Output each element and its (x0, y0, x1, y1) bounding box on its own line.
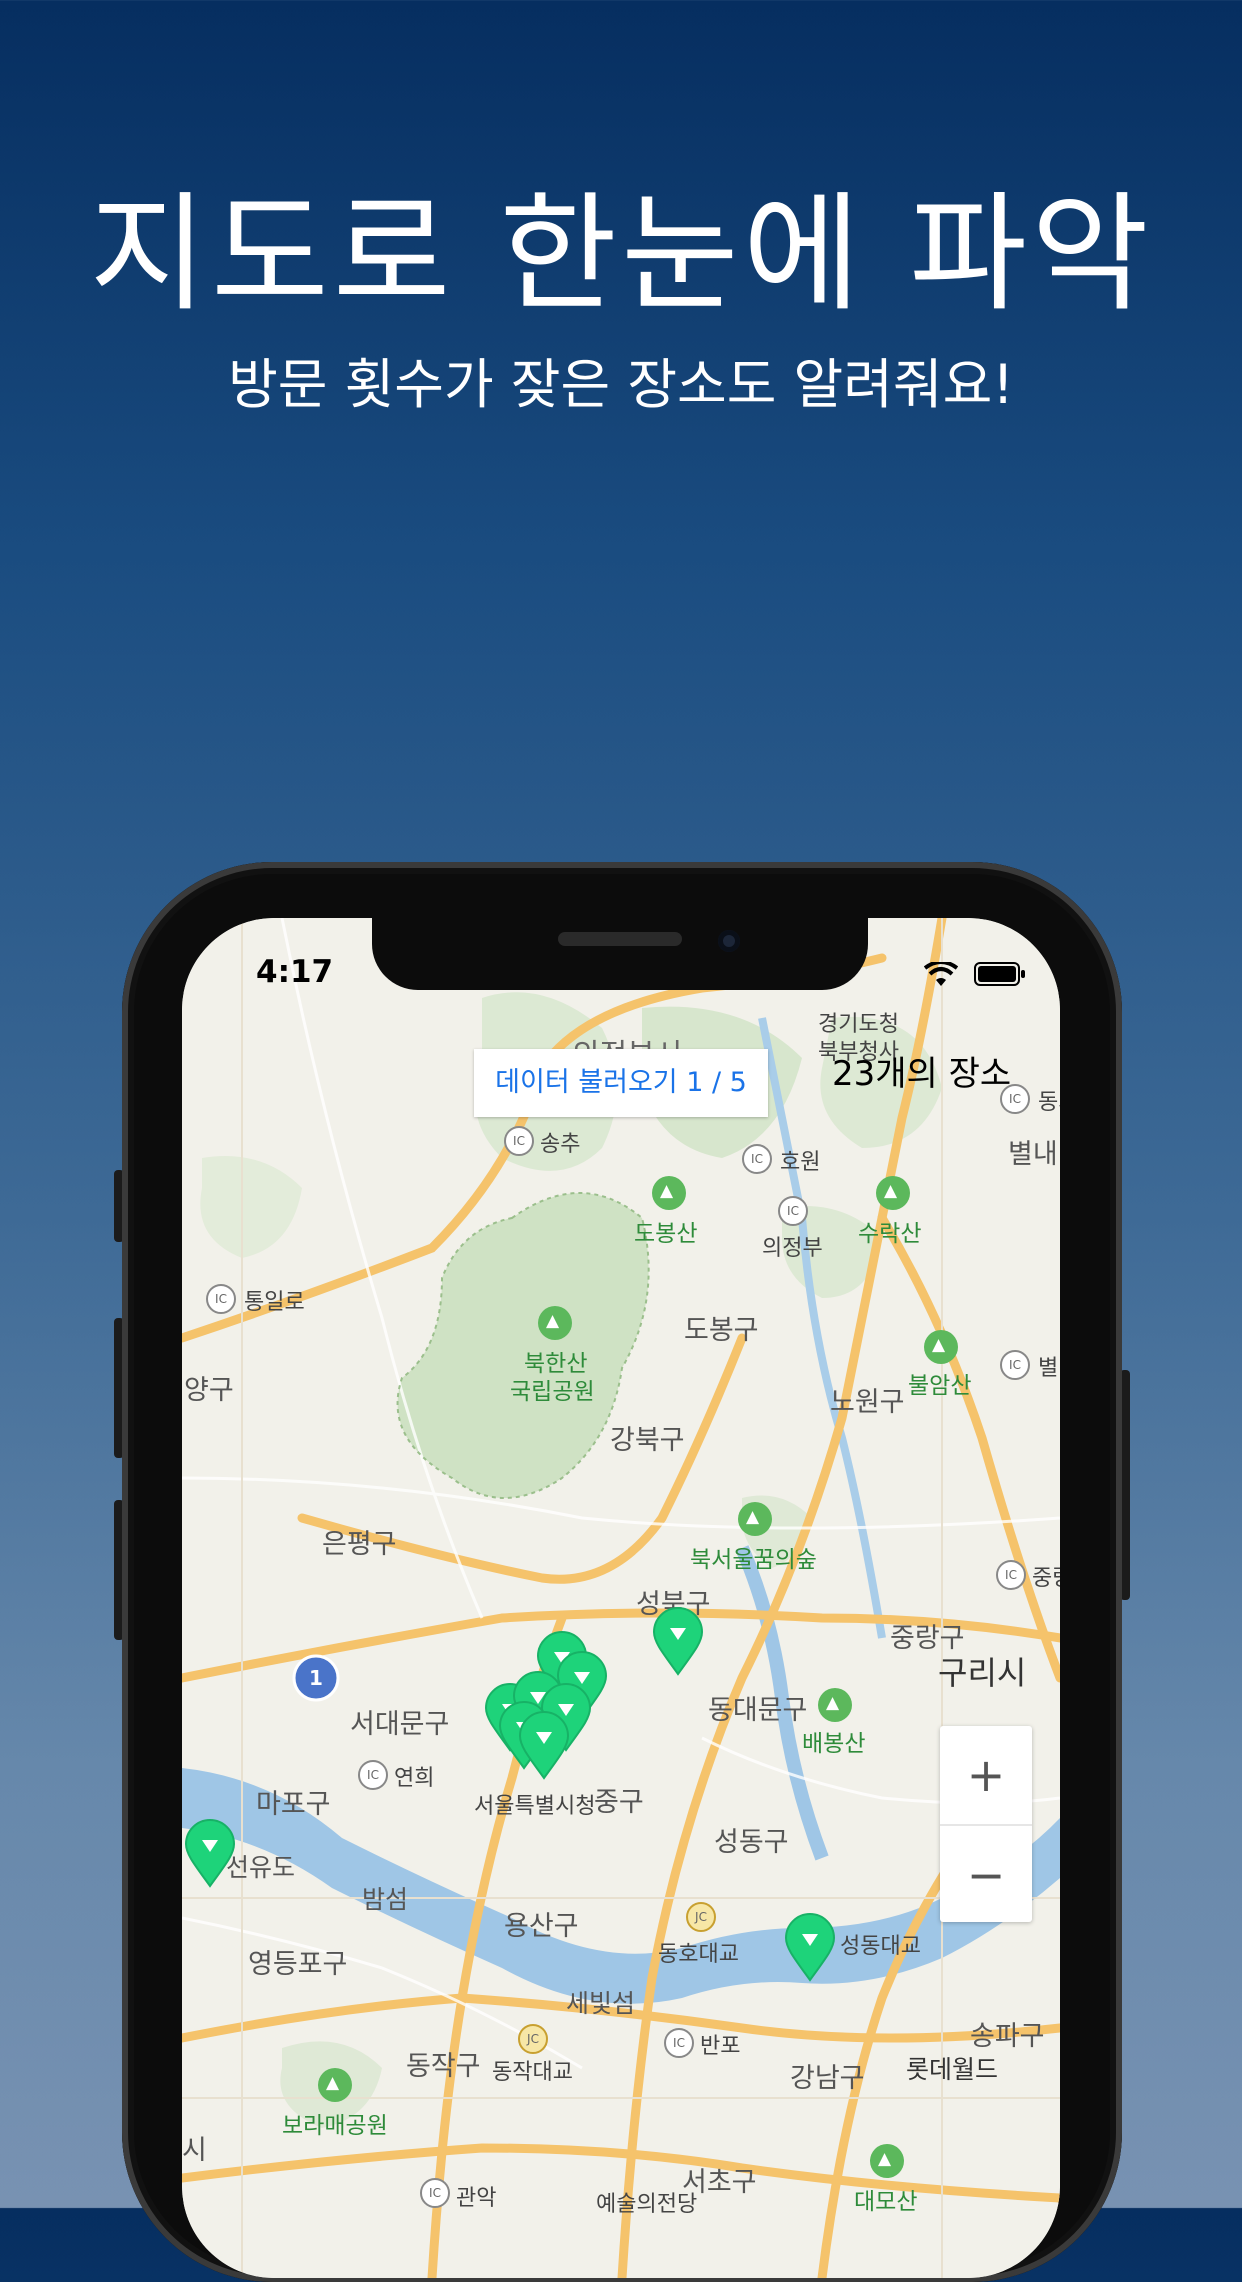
subheadline: 방문 횟수가 잦은 장소도 알려줘요! (228, 353, 1014, 416)
label-songpa-gu: 송파구 (970, 2021, 1045, 2052)
status-time: 4:17 (256, 954, 334, 990)
label-jung-gu: 중구 (594, 1787, 644, 1818)
label-dongjakdaegyo: 동작대교 (492, 2060, 573, 2085)
park-dobongsan-icon (652, 1176, 686, 1210)
park-daemosan-icon (870, 2144, 904, 2178)
label-suraksan: 수락산 (858, 1221, 922, 1247)
park-boramae-icon (318, 2068, 352, 2102)
label-uijeongbu: 의정부 (762, 1236, 823, 1261)
jc-dongho-icon: JC (686, 1902, 716, 1932)
place-pin[interactable] (518, 1710, 570, 1780)
label-donghodaegyo: 동호대교 (658, 1942, 739, 1967)
ic-uijeongbu-icon: IC (778, 1196, 808, 1226)
label-bukhansan-park: 국립공원 (510, 1379, 595, 1405)
label-lotteworld: 롯데월드 (906, 2055, 999, 2084)
ic-yeonhui-icon: IC (358, 1760, 388, 1790)
ic-banpo-icon: IC (664, 2028, 694, 2058)
ic-jungrang-icon: IC (996, 1560, 1026, 1590)
zoom-in-button[interactable]: + (940, 1726, 1032, 1824)
label-yeongdeungpo-gu: 영등포구 (248, 1949, 348, 1980)
label-gwanak: 관악 (456, 2186, 497, 2211)
label-dongjak-gu: 동작구 (406, 2051, 481, 2082)
park-bukhansan-icon (538, 1306, 572, 1340)
place-pin[interactable] (652, 1606, 704, 1676)
label-daemosan: 대모산 (854, 2189, 918, 2215)
label-jungrang: 중랑 (1032, 1566, 1060, 1591)
label-art-center: 예술의전당 (596, 2192, 698, 2217)
park-bukseoul-icon (738, 1502, 772, 1536)
label-dobongsan: 도봉산 (634, 1221, 698, 1247)
ic-byeol-icon: IC (1000, 1350, 1030, 1380)
label-howon: 호원 (780, 1150, 821, 1175)
zoom-out-button[interactable]: − (940, 1826, 1032, 1924)
headline: 지도로 한눈에 파악 (89, 180, 1153, 329)
place-pin[interactable] (184, 1818, 236, 1888)
label-mapo-gu: 마포구 (256, 1789, 331, 1820)
ic-tongilro-icon: IC (206, 1284, 236, 1314)
ic-gwanak-icon: IC (420, 2178, 450, 2208)
label-bukseoul-forest: 북서울꿈의숲 (690, 1547, 817, 1573)
place-pin[interactable] (784, 1912, 836, 1982)
ic-songchu-icon: IC (504, 1126, 534, 1156)
label-tongilro: 통일로 (244, 1290, 305, 1315)
front-camera (718, 930, 740, 952)
label-banpo: 반포 (700, 2034, 741, 2059)
label-seonyudo: 선유도 (226, 1853, 296, 1882)
label-gangbuk-gu: 강북구 (610, 1425, 685, 1456)
speaker-grille (558, 932, 682, 946)
phone-screen: 의정부시 경기도청 북부청사 IC 송추 IC 호원 IC 의정부 도봉산 수락… (182, 918, 1060, 2278)
place-count-label: 23개의 장소 (832, 1054, 1012, 1094)
label-si-left: 시 (182, 2135, 207, 2166)
label-seongdongdaegyo: 성동대교 (840, 1934, 921, 1959)
label-byeolnae: 별내 (1008, 1139, 1058, 1170)
park-suraksan-icon (876, 1176, 910, 1210)
zoom-control: + − (940, 1726, 1032, 1922)
label-byeol: 별 (1038, 1356, 1059, 1381)
park-baebongsan-icon (818, 1688, 852, 1722)
ic-howon-icon: IC (742, 1144, 772, 1174)
label-baebongsan: 배봉산 (802, 1731, 866, 1757)
park-buramsan-icon (924, 1330, 958, 1364)
label-dong: 동의 (1038, 1090, 1060, 1115)
label-bamseom: 밤섬 (362, 1885, 409, 1914)
label-dobong-gu: 도봉구 (684, 1315, 759, 1346)
label-city-hall: 서울특별시청 (474, 1794, 596, 1819)
label-sebitseom: 세빛섬 (566, 1989, 636, 2018)
label-songchu: 송추 (540, 1132, 581, 1157)
label-yeonhui: 연희 (394, 1766, 435, 1791)
label-nowon-gu: 노원구 (830, 1387, 905, 1418)
battery-icon (974, 962, 1025, 986)
route-1-shield: 1 (309, 1666, 323, 1690)
label-buramsan: 불암산 (908, 1373, 972, 1399)
label-eunpyeong-gu: 은평구 (322, 1529, 397, 1560)
wifi-icon (924, 962, 958, 986)
label-seongdong-gu: 성동구 (714, 1827, 789, 1858)
phone-notch (372, 910, 868, 990)
label-seodaemun-gu: 서대문구 (350, 1709, 450, 1740)
jc-dongjak-icon: JC (518, 2024, 548, 2054)
label-yongsan-gu: 용산구 (504, 1911, 579, 1942)
label-boramae: 보라매공원 (282, 2113, 388, 2139)
label-yang-gu: 양구 (184, 1375, 234, 1406)
load-data-button[interactable]: 데이터 불러오기 1 / 5 (474, 1049, 768, 1117)
label-guri-si: 구리시 (938, 1654, 1027, 1692)
label-dongdaemun-gu: 동대문구 (708, 1695, 808, 1726)
label-gangnam-gu: 강남구 (790, 2063, 865, 2094)
